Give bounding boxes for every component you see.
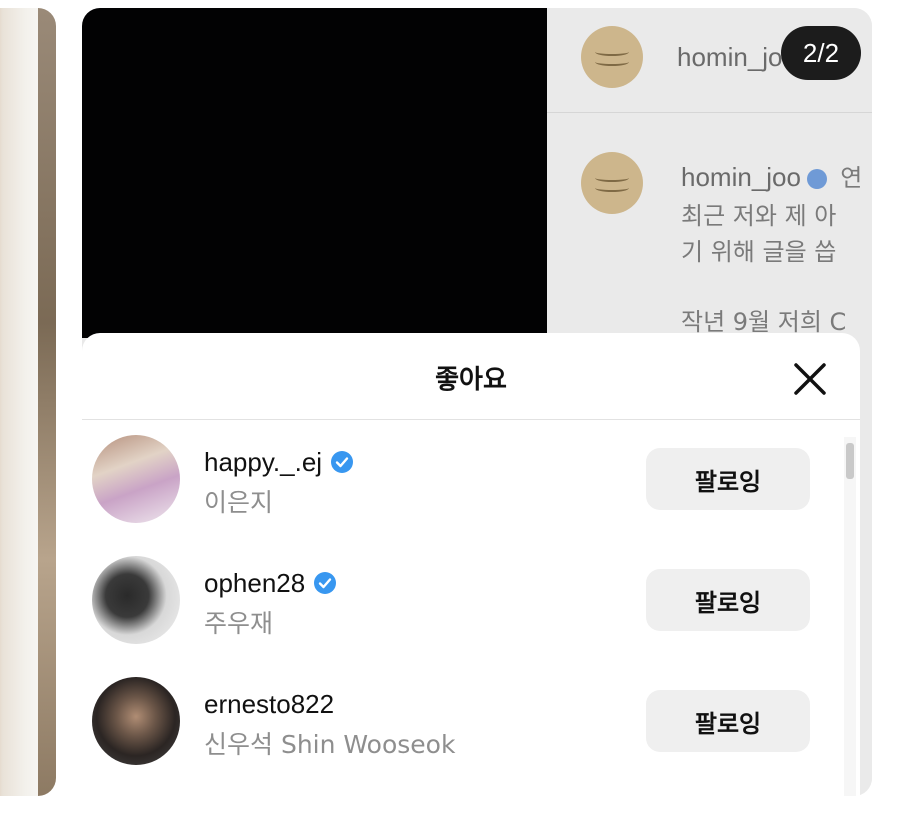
- avatar[interactable]: [92, 556, 180, 644]
- like-list-item: happy._.ej 이은지 팔로잉: [82, 433, 842, 543]
- adjacent-post-card[interactable]: [0, 8, 56, 796]
- modal-header: 좋아요: [82, 333, 860, 420]
- verified-badge-icon: [331, 451, 354, 474]
- verified-badge-icon: [806, 169, 827, 190]
- page-indicator: 2/2: [781, 26, 861, 80]
- like-list-item: ophen28 주우재 팔로잉: [82, 554, 842, 664]
- close-icon: [794, 363, 826, 395]
- avatar[interactable]: [92, 677, 180, 765]
- avatar[interactable]: [92, 435, 180, 523]
- following-button[interactable]: 팔로잉: [646, 448, 810, 510]
- comment-username[interactable]: homin_jo: [677, 42, 783, 73]
- username[interactable]: ophen28: [204, 568, 337, 599]
- verified-badge-icon: [314, 572, 337, 595]
- comment-text-line: 작년 9월 저희 C: [681, 308, 847, 336]
- comment-username-text[interactable]: homin_joo: [681, 162, 801, 192]
- likes-modal: 좋아요 happy._.ej 이은지 팔로잉 ophen28 주우재 팔로잉 e…: [82, 333, 860, 796]
- full-name: 주우재: [204, 609, 274, 638]
- full-name: 이은지: [204, 488, 274, 517]
- full-name: 신우석 Shin Wooseok: [204, 730, 456, 759]
- comment-text-line: 기 위해 글을 씁: [681, 238, 837, 266]
- close-button[interactable]: [790, 359, 830, 399]
- comment-avatar[interactable]: [581, 26, 643, 88]
- modal-title: 좋아요: [435, 365, 507, 395]
- like-list-item: ernesto822 신우석 Shin Wooseok 팔로잉: [82, 675, 842, 785]
- comment-text-line: 연: [840, 164, 863, 192]
- scrollbar[interactable]: [844, 437, 856, 796]
- comment-username[interactable]: homin_joo 연: [681, 158, 862, 193]
- username[interactable]: ernesto822: [204, 689, 334, 720]
- adjacent-post-image-edge: [38, 8, 56, 796]
- divider: [547, 112, 872, 113]
- comment-text-line: 최근 저와 제 아: [681, 202, 837, 230]
- username-text[interactable]: happy._.ej: [204, 447, 322, 477]
- username[interactable]: happy._.ej: [204, 447, 354, 478]
- following-button[interactable]: 팔로잉: [646, 569, 810, 631]
- username-text[interactable]: ophen28: [204, 568, 305, 598]
- comment-avatar[interactable]: [581, 152, 643, 214]
- scroll-thumb[interactable]: [846, 443, 854, 479]
- following-button[interactable]: 팔로잉: [646, 690, 810, 752]
- post-media[interactable]: [82, 8, 547, 338]
